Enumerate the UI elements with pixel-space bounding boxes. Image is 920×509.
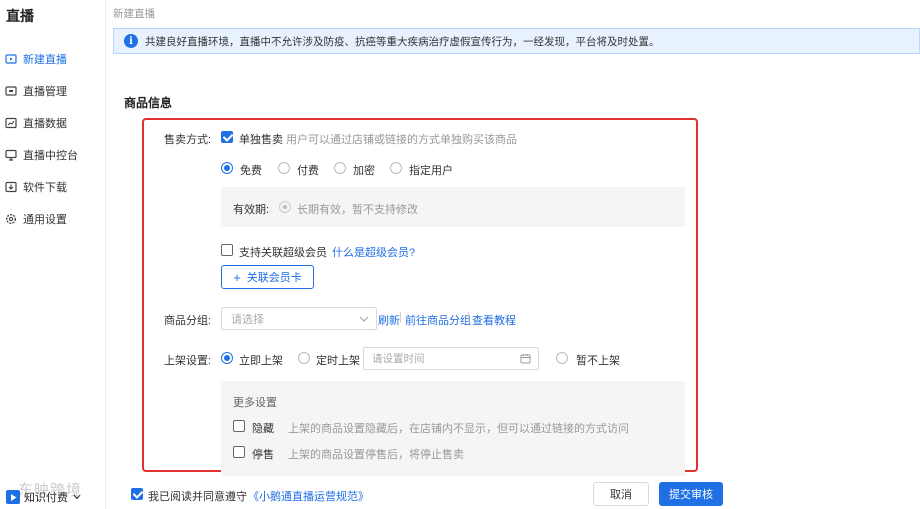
sidebar-item-label: 新建直播 <box>23 54 67 66</box>
sale-method-label: 售卖方式: <box>164 134 212 146</box>
stop-sale-checkbox[interactable] <box>233 446 245 458</box>
sidebar-item-label: 软件下载 <box>23 182 67 194</box>
submit-button[interactable]: 提交审核 <box>659 482 723 506</box>
shelf-label: 上架设置: <box>164 355 212 367</box>
radio-shelf-now[interactable] <box>221 352 233 364</box>
tutorial-link[interactable]: 查看教程 <box>472 312 516 328</box>
sidebar-item-settings[interactable]: 通用设置 <box>0 205 106 233</box>
schedule-time-placeholder: 请设置时间 <box>372 353 425 365</box>
download-icon <box>4 181 17 194</box>
radio-shelf-later-label: 暂不上架 <box>576 355 620 367</box>
new-live-icon <box>4 53 17 66</box>
radio-specified-users-label: 指定用户 <box>409 165 453 177</box>
validity-value: 长期有效，暂不支持修改 <box>297 204 418 216</box>
calendar-icon <box>520 353 531 367</box>
radio-shelf-now-label: 立即上架 <box>239 355 283 367</box>
super-member-checkbox[interactable] <box>221 244 233 256</box>
radio-shelf-later[interactable] <box>556 352 568 364</box>
stop-sale-hint: 上架的商品设置停售后，将停止售卖 <box>288 449 464 461</box>
chevron-down-icon <box>359 314 369 326</box>
agree-text: 我已阅读并同意遵守 <box>148 491 247 503</box>
sidebar-item-live-manage[interactable]: 直播管理 <box>0 77 106 105</box>
hide-hint: 上架的商品设置隐藏后，在店铺内不显示，但可以通过链接的方式访问 <box>288 423 629 435</box>
separator: | <box>399 311 402 323</box>
radio-paid[interactable] <box>278 162 290 174</box>
hide-label: 隐藏 <box>252 423 274 435</box>
sidebar-item-new-live[interactable]: 新建直播 <box>0 45 106 73</box>
separator: | <box>467 311 470 323</box>
section-title: 商品信息 <box>124 96 173 110</box>
console-icon <box>4 149 17 162</box>
agreement-link[interactable]: 《小鹅通直播运营规范》 <box>248 488 369 504</box>
schedule-time-input[interactable]: 请设置时间 <box>363 347 539 370</box>
sidebar: 直播 新建直播 直播管理 直播数据 直播中控台 软件下载 通用设置 知识付费 <box>0 0 106 509</box>
sidebar-item-label: 直播管理 <box>23 86 67 98</box>
notice-banner: i 共建良好直播环境，直播中不允许涉及防疫、抗癌等重大疾病治疗虚假宣传行为，一经… <box>113 28 920 54</box>
more-settings-title: 更多设置 <box>233 397 277 409</box>
live-data-icon <box>4 117 17 130</box>
sidebar-item-download[interactable]: 软件下载 <box>0 173 106 201</box>
radio-shelf-scheduled-label: 定时上架 <box>316 355 360 367</box>
sidebar-title: 直播 <box>6 8 34 24</box>
stop-sale-label: 停售 <box>252 449 274 461</box>
gear-icon <box>4 213 17 226</box>
refresh-link[interactable]: 刷新 <box>378 312 400 328</box>
sidebar-item-label: 直播数据 <box>23 118 67 130</box>
sidebar-item-label: 直播中控台 <box>23 150 78 162</box>
single-sale-checkbox[interactable] <box>221 131 233 143</box>
cancel-button[interactable]: 取消 <box>593 482 649 506</box>
live-manage-icon <box>4 85 17 98</box>
sidebar-item-console[interactable]: 直播中控台 <box>0 141 106 169</box>
notice-text: 共建良好直播环境，直播中不允许涉及防疫、抗癌等重大疾病治疗虚假宣传行为，一经发现… <box>145 35 660 48</box>
sidebar-item-live-data[interactable]: 直播数据 <box>0 109 106 137</box>
single-sale-label: 单独售卖 <box>239 134 283 146</box>
validity-label: 有效期: <box>233 204 270 216</box>
goto-group-link[interactable]: 前往商品分组 <box>405 312 471 328</box>
validity-radio <box>279 201 291 213</box>
group-label: 商品分组: <box>164 315 212 327</box>
link-member-card-label: 关联会员卡 <box>246 272 302 284</box>
single-sale-hint: 用户可以通过店铺或链接的方式单独购买该商品 <box>286 134 517 146</box>
agree-checkbox[interactable] <box>131 488 143 500</box>
super-member-label: 支持关联超级会员 <box>239 247 327 259</box>
info-icon: i <box>124 34 138 48</box>
radio-encrypted[interactable] <box>334 162 346 174</box>
radio-free[interactable] <box>221 162 233 174</box>
group-select-placeholder: 请选择 <box>231 313 264 326</box>
watermark: 东映跨境 <box>18 482 83 499</box>
link-member-card-button[interactable]: + 关联会员卡 <box>221 265 314 289</box>
breadcrumb[interactable]: 新建直播 <box>113 6 155 21</box>
group-select[interactable]: 请选择 <box>221 307 377 330</box>
plus-icon: + <box>233 269 241 285</box>
radio-paid-label: 付费 <box>297 165 319 177</box>
radio-encrypted-label: 加密 <box>353 165 375 177</box>
radio-specified-users[interactable] <box>390 162 402 174</box>
radio-free-label: 免费 <box>240 165 262 177</box>
sidebar-item-label: 通用设置 <box>23 214 67 226</box>
super-member-help-link[interactable]: 什么是超级会员? <box>332 244 415 260</box>
hide-checkbox[interactable] <box>233 420 245 432</box>
radio-shelf-scheduled[interactable] <box>298 352 310 364</box>
